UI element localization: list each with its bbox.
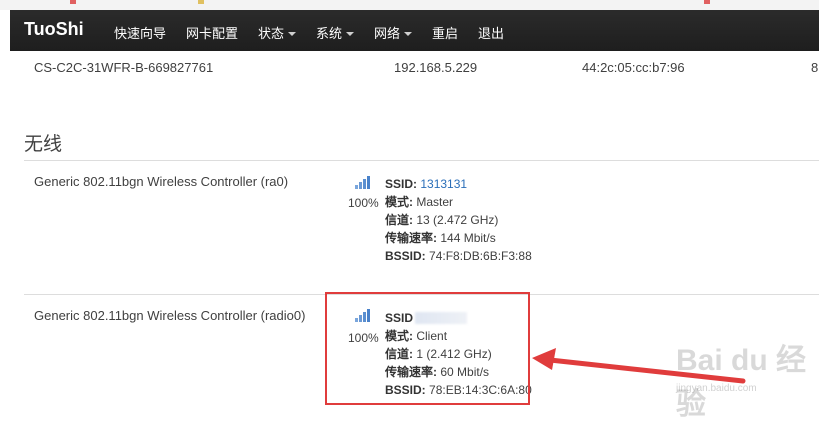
nav-label: 退出 [478, 26, 505, 41]
client-mac: 44:2c:05:cc:b7:96 [582, 60, 685, 75]
tab-mark [704, 0, 710, 4]
divider [24, 160, 819, 161]
wireless-section-title: 无线 [24, 134, 63, 155]
nav-label: 系统 [316, 26, 343, 41]
highlight-box [325, 292, 530, 405]
ssid-link[interactable]: 1313131 [420, 177, 467, 191]
nav-system[interactable]: 系统 [316, 23, 355, 42]
nav-label: 状态 [258, 26, 285, 41]
device-name-radio0: Generic 802.11bgn Wireless Controller (r… [34, 308, 306, 323]
nav-label: 网络 [374, 26, 401, 41]
bssid-label: BSSID: [385, 249, 426, 263]
device-name-ra0: Generic 802.11bgn Wireless Controller (r… [34, 174, 289, 189]
nav-label: 网卡配置 [186, 26, 239, 41]
channel-value: 13 (2.472 GHz) [416, 213, 499, 227]
rate-value: 144 Mbit/s [440, 231, 496, 245]
nav-label: 重启 [432, 26, 459, 41]
nav-status[interactable]: 状态 [258, 23, 297, 42]
signal-percent: 100% [348, 196, 379, 210]
rate-label: 传输速率: [385, 231, 437, 245]
mode-label: 模式: [385, 195, 413, 209]
caret-down-icon [288, 32, 297, 36]
client-ip: 192.168.5.229 [394, 60, 478, 75]
top-navbar: TuoShi 快速向导 网卡配置 状态 系统 网络 重启 退出 [10, 10, 819, 51]
bssid-value: 74:F8:DB:6B:F3:88 [429, 249, 532, 263]
ssid-label: SSID: [385, 177, 418, 191]
nav-logout[interactable]: 退出 [478, 23, 504, 42]
signal-bars-icon [355, 176, 370, 189]
baidu-watermark-logo: Bai du 经验 [676, 344, 807, 421]
nav-quick-wizard[interactable]: 快速向导 [114, 23, 166, 42]
brand-logo[interactable]: TuoShi [24, 19, 84, 40]
client-extra: 8 [811, 60, 819, 75]
tab-mark [70, 0, 76, 4]
nav-reboot[interactable]: 重启 [432, 23, 458, 42]
device-info-ra0: SSID: 1313131 模式: Master 信道: 13 (2.472 G… [385, 175, 532, 265]
client-hostname: CS-C2C-31WFR-B-669827761 [34, 60, 214, 75]
tab-mark [198, 0, 204, 4]
nav-nic-config[interactable]: 网卡配置 [186, 23, 238, 42]
nav-label: 快速向导 [114, 26, 167, 41]
channel-label: 信道: [385, 213, 413, 227]
browser-top-strip [0, 0, 819, 10]
caret-down-icon [404, 32, 413, 36]
baidu-watermark-url: jingyan.baidu.com [676, 383, 757, 394]
nav-network[interactable]: 网络 [374, 23, 413, 42]
mode-value: Master [416, 195, 454, 209]
caret-down-icon [346, 32, 355, 36]
